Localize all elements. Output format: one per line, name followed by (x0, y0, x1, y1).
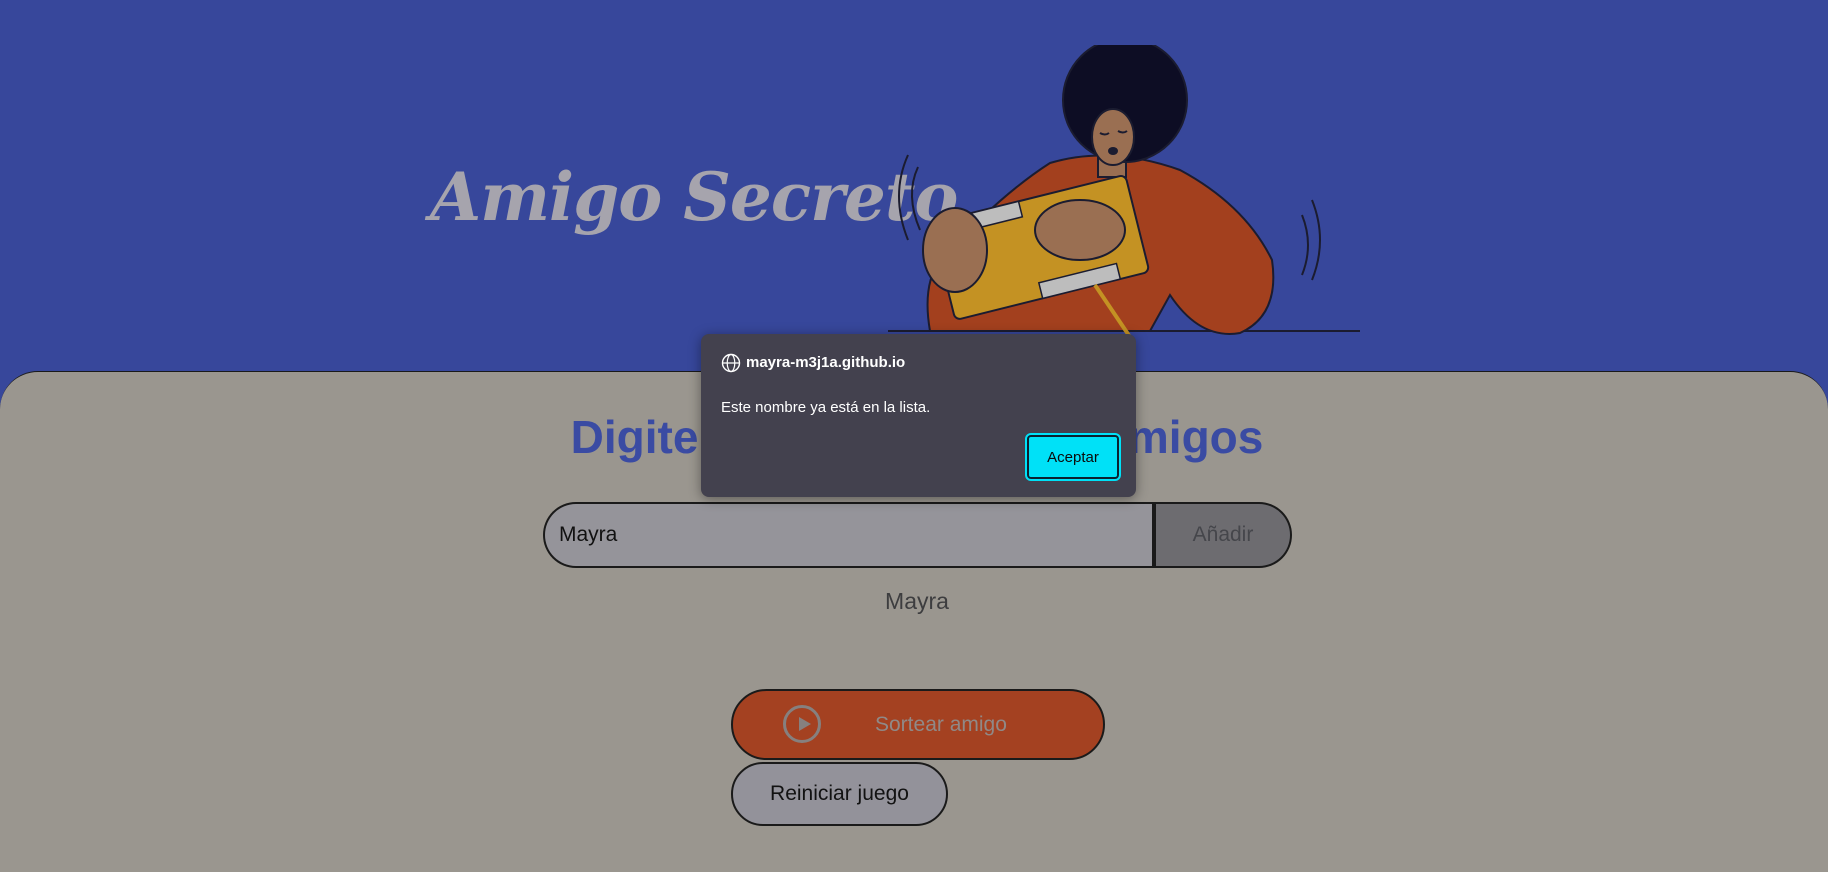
friend-list-item: Mayra (885, 588, 949, 614)
add-button[interactable]: Añadir (1152, 502, 1292, 568)
friend-name-input[interactable] (543, 502, 1153, 568)
dialog-ok-button[interactable]: Aceptar (1027, 435, 1119, 479)
draw-button-label: Sortear amigo (875, 713, 1007, 736)
play-icon (783, 705, 821, 743)
alert-dialog: mayra-m3j1a.github.io Este nombre ya est… (701, 334, 1136, 497)
header: Amigo Secreto (0, 0, 1828, 380)
draw-friend-button[interactable]: Sortear amigo (731, 689, 1105, 760)
dialog-message: Este nombre ya está en la lista. (721, 399, 931, 416)
dialog-origin: mayra-m3j1a.github.io (746, 354, 906, 371)
reset-game-button[interactable]: Reiniciar juego (731, 762, 948, 826)
person-opening-gift-illustration (888, 45, 1360, 339)
add-friend-form: Añadir (543, 502, 1292, 568)
page-title: Amigo Secreto (430, 158, 958, 236)
globe-icon (721, 353, 741, 373)
friend-list: Mayra (0, 588, 1828, 615)
